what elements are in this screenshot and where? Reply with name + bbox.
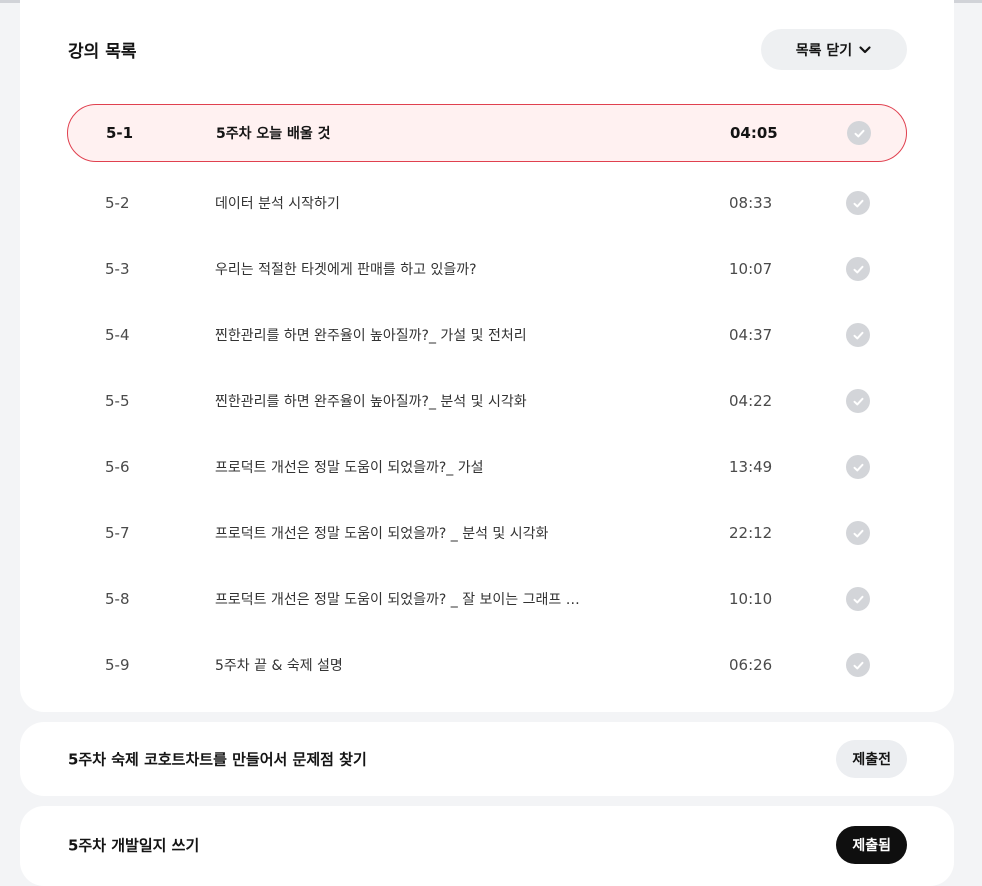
lecture-title: 5주차 오늘 배울 것 xyxy=(216,126,331,142)
lecture-number: 5-6 xyxy=(105,458,130,476)
lecture-row[interactable]: 5-5 찐한관리를 하면 완주율이 높아질까?_ 분석 및 시각화 04:22 xyxy=(67,368,907,434)
lecture-number: 5-5 xyxy=(105,392,130,410)
homework-card[interactable]: 5주차 숙제 코호트차트를 만들어서 문제점 찾기 제출전 xyxy=(20,722,954,796)
lecture-number: 5-1 xyxy=(106,124,134,142)
lecture-duration: 10:07 xyxy=(729,260,773,278)
lecture-duration: 04:05 xyxy=(730,124,778,142)
lecture-list-title: 강의 목록 xyxy=(68,42,137,62)
check-circle-icon xyxy=(846,323,870,347)
check-circle-icon xyxy=(846,257,870,281)
check-circle-icon xyxy=(847,121,871,145)
lecture-duration: 04:37 xyxy=(729,326,773,344)
close-list-label: 목록 닫기 xyxy=(795,42,853,59)
check-circle-icon xyxy=(846,389,870,413)
lecture-row[interactable]: 5-1 5주차 오늘 배울 것 04:05 xyxy=(67,104,907,162)
lecture-row[interactable]: 5-3 우리는 적절한 타겟에게 판매를 하고 있을까? 10:07 xyxy=(67,236,907,302)
lecture-title: 프로덕트 개선은 정말 도움이 되었을까? _ 잘 보이는 그래프 … xyxy=(215,592,580,608)
lecture-number: 5-2 xyxy=(105,194,130,212)
lecture-duration: 10:10 xyxy=(729,590,773,608)
lecture-number: 5-4 xyxy=(105,326,130,344)
homework-status-badge: 제출전 xyxy=(836,740,907,778)
lecture-number: 5-9 xyxy=(105,656,130,674)
lecture-list: 5-1 5주차 오늘 배울 것 04:05 5-2 데이터 분석 시작하기 08:33 5-… xyxy=(67,104,907,698)
lecture-row[interactable]: 5-9 5주차 끝 & 숙제 설명 06:26 xyxy=(67,632,907,698)
lecture-duration: 08:33 xyxy=(729,194,773,212)
chevron-down-icon xyxy=(859,45,871,53)
devlog-title: 5주차 개발일지 쓰기 xyxy=(68,836,200,855)
lecture-title: 프로덕트 개선은 정말 도움이 되었을까? _ 분석 및 시각화 xyxy=(215,526,549,542)
lecture-number: 5-7 xyxy=(105,524,130,542)
close-list-button[interactable]: 목록 닫기 xyxy=(761,29,907,70)
lecture-title: 찐한관리를 하면 완주율이 높아질까?_ 분석 및 시각화 xyxy=(215,394,527,410)
check-circle-icon xyxy=(846,521,870,545)
devlog-card[interactable]: 5주차 개발일지 쓰기 제출됨 xyxy=(20,806,954,886)
lecture-number: 5-8 xyxy=(105,590,130,608)
lecture-duration: 22:12 xyxy=(729,524,773,542)
lecture-title: 찐한관리를 하면 완주율이 높아질까?_ 가설 및 전처리 xyxy=(215,328,527,344)
check-circle-icon xyxy=(846,191,870,215)
lecture-row[interactable]: 5-4 찐한관리를 하면 완주율이 높아질까?_ 가설 및 전처리 04:37 xyxy=(67,302,907,368)
check-circle-icon xyxy=(846,653,870,677)
lecture-row[interactable]: 5-2 데이터 분석 시작하기 08:33 xyxy=(67,170,907,236)
lecture-duration: 06:26 xyxy=(729,656,773,674)
check-circle-icon xyxy=(846,455,870,479)
lecture-row[interactable]: 5-8 프로덕트 개선은 정말 도움이 되었을까? _ 잘 보이는 그래프 … 10… xyxy=(67,566,907,632)
devlog-status-badge: 제출됨 xyxy=(836,826,907,864)
lecture-duration: 04:22 xyxy=(729,392,773,410)
lecture-title: 데이터 분석 시작하기 xyxy=(215,196,340,212)
check-circle-icon xyxy=(846,587,870,611)
homework-title: 5주차 숙제 코호트차트를 만들어서 문제점 찾기 xyxy=(68,750,367,769)
lecture-number: 5-3 xyxy=(105,260,130,278)
lecture-row[interactable]: 5-6 프로덕트 개선은 정말 도움이 되었을까?_ 가설 13:49 xyxy=(67,434,907,500)
lecture-duration: 13:49 xyxy=(729,458,773,476)
lecture-title: 우리는 적절한 타겟에게 판매를 하고 있을까? xyxy=(215,262,477,278)
lecture-title: 프로덕트 개선은 정말 도움이 되었을까?_ 가설 xyxy=(215,460,484,476)
lecture-title: 5주차 끝 & 숙제 설명 xyxy=(215,658,343,674)
lecture-row[interactable]: 5-7 프로덕트 개선은 정말 도움이 되었을까? _ 분석 및 시각화 22:12 xyxy=(67,500,907,566)
lecture-list-panel: 강의 목록 목록 닫기 5-1 5주차 오늘 배울 것 04:05 5-2 데이터 분석… xyxy=(20,0,954,712)
